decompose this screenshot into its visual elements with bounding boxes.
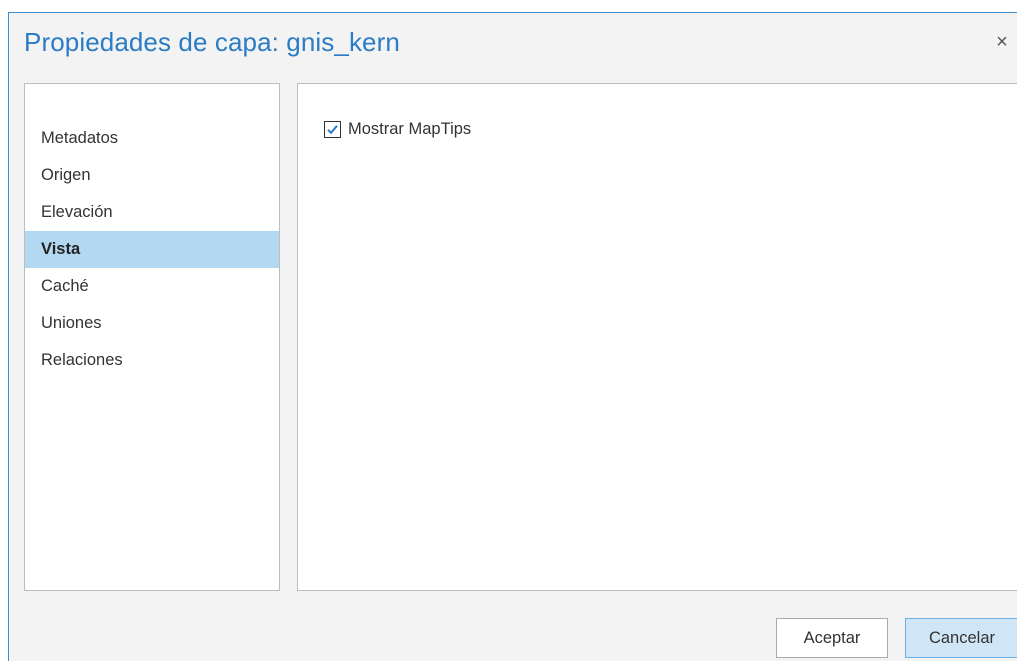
sidebar-item-uniones[interactable]: Uniones [25,305,279,342]
sidebar-item-relaciones[interactable]: Relaciones [25,342,279,379]
layer-properties-dialog: Propiedades de capa: gnis_kern × ‒ · ‒ M… [8,12,1017,661]
sidebar-list: Metadatos Origen Elevación Vista Caché U… [25,120,279,379]
sidebar-nav: ‒ · ‒ Metadatos Origen Elevación Vista C… [24,83,280,591]
content-panel: Mostrar MapTips [297,83,1017,591]
dialog-title: Propiedades de capa: gnis_kern [24,27,400,57]
close-icon[interactable]: × [991,31,1013,53]
checkmark-icon [327,125,338,135]
show-maptips-checkbox[interactable] [324,121,341,138]
sidebar-item-origen[interactable]: Origen [25,157,279,194]
show-maptips-label: Mostrar MapTips [348,120,472,138]
cancel-button[interactable]: Cancelar [905,618,1017,658]
sidebar-scrolled-item: ‒ · ‒ [41,84,73,92]
sidebar-item-elevacion[interactable]: Elevación [25,194,279,231]
sidebar-item-metadatos[interactable]: Metadatos [25,120,279,157]
sidebar-item-vista[interactable]: Vista [25,231,279,268]
sidebar-item-cache[interactable]: Caché [25,268,279,305]
show-maptips-option[interactable]: Mostrar MapTips [324,120,471,139]
accept-button[interactable]: Aceptar [776,618,888,658]
